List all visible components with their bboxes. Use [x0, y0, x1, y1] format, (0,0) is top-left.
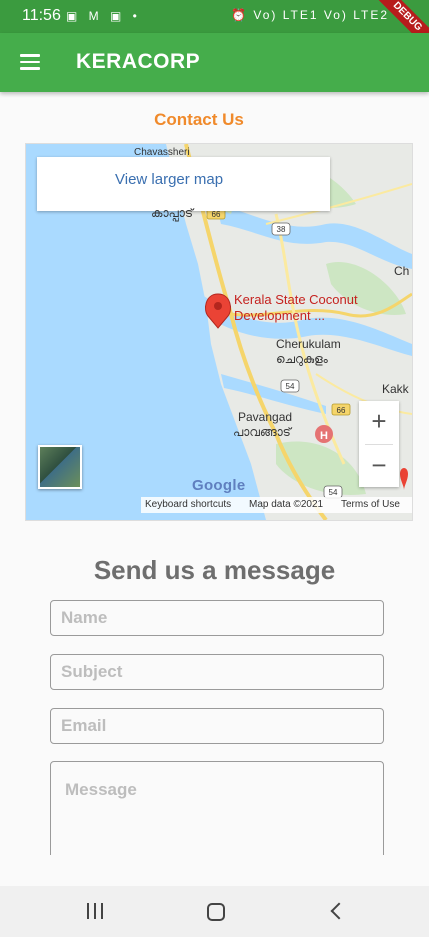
message-field: [50, 761, 384, 855]
name-field: [50, 600, 384, 636]
satellite-toggle[interactable]: [38, 445, 82, 489]
poi-name-line1: Kerala State Coconut: [234, 292, 358, 307]
svg-text:H: H: [320, 430, 328, 442]
contact-title: Contact Us: [154, 110, 244, 129]
app-title: KERACORP: [76, 50, 201, 73]
recents-icon[interactable]: [87, 903, 105, 919]
menu-icon[interactable]: [20, 54, 40, 70]
status-bar: 11:56 ▣ M ▣ • ⏰ Vo) LTE1 Vo) LTE2 DEBUG: [0, 0, 429, 59]
name-input[interactable]: [51, 601, 383, 635]
place-label: Chavassheri: [134, 147, 190, 158]
place-label: Ch: [394, 264, 410, 278]
place-label: ചെറുകുളം: [276, 352, 328, 366]
road-label-66a: 66: [212, 210, 221, 219]
map-view[interactable]: 66 38 54 66 54 H View larger map Kerala …: [25, 143, 413, 521]
app-bar: KERACORP: [0, 33, 429, 92]
road-label-38: 38: [277, 225, 286, 234]
send-message-title: Send us a message: [93, 555, 336, 585]
view-larger-map-link[interactable]: View larger map: [115, 171, 223, 188]
message-input[interactable]: [51, 762, 383, 852]
email-input[interactable]: [51, 709, 383, 743]
zoom-in-button[interactable]: +: [359, 401, 399, 443]
place-label: പാവങ്ങാട്: [233, 425, 291, 439]
terms-link[interactable]: Terms of Use: [341, 499, 400, 510]
poi-label[interactable]: Kerala State Coconut Development ...: [234, 292, 358, 324]
zoom-control: + −: [359, 401, 399, 487]
status-time: 11:56: [22, 7, 61, 24]
subject-field: [50, 654, 384, 690]
keyboard-shortcuts-link[interactable]: Keyboard shortcuts: [145, 499, 231, 510]
larger-map-card: View larger map: [37, 157, 330, 211]
subject-input[interactable]: [51, 655, 383, 689]
system-nav-bar: [0, 886, 429, 937]
home-icon[interactable]: [207, 903, 225, 921]
place-label: Kakk: [382, 382, 409, 396]
signal-icons: ⏰ Vo) LTE1 Vo) LTE2: [231, 8, 389, 22]
road-label-54a: 54: [286, 382, 295, 391]
place-label: Cherukulam: [276, 337, 341, 351]
email-field: [50, 708, 384, 744]
poi-name-line2: Development ...: [234, 308, 326, 323]
google-logo: Google: [192, 477, 245, 494]
map-footer: Keyboard shortcuts Map data ©2021 Terms …: [141, 497, 412, 513]
place-label: കാപ്പാട്: [151, 206, 194, 220]
map-data-label: Map data ©2021: [249, 499, 324, 510]
place-label: Pavangad: [238, 410, 293, 424]
road-label-54b: 54: [329, 488, 338, 497]
zoom-out-button[interactable]: −: [359, 445, 399, 487]
notification-icons: ▣ M ▣ •: [66, 9, 141, 23]
road-label-66b: 66: [337, 406, 346, 415]
back-icon[interactable]: [330, 902, 348, 920]
google-logo-text: Google: [192, 477, 246, 494]
